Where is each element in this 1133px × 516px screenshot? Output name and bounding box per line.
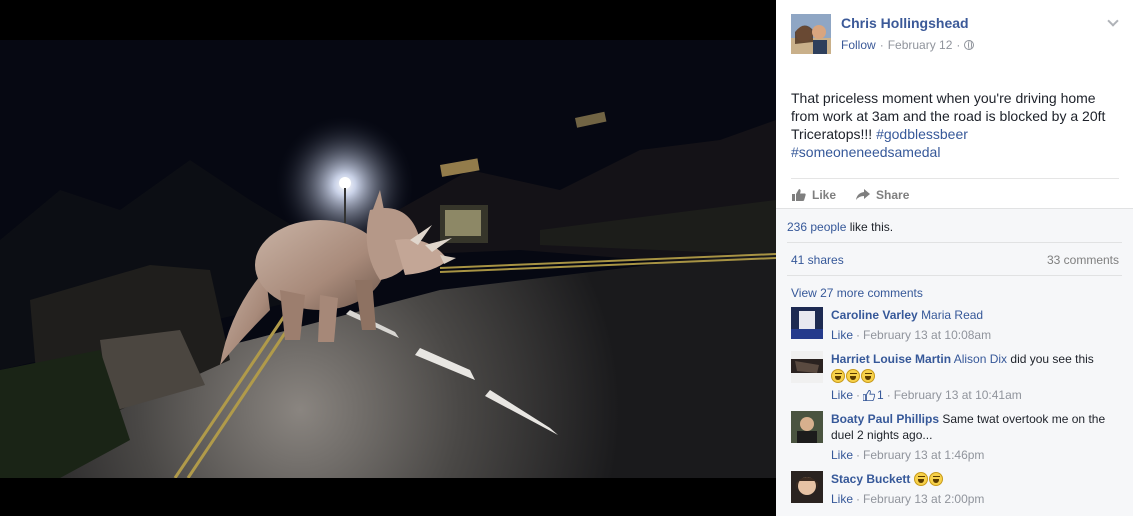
meta-separator: · xyxy=(856,448,861,462)
comment-emojis xyxy=(831,368,1121,384)
comment-body: Caroline Varley Maria Read Like · Februa… xyxy=(831,307,1121,343)
post-text: That priceless moment when you're drivin… xyxy=(791,89,1121,161)
share-button[interactable]: Share xyxy=(856,188,909,202)
like-label: Like xyxy=(812,187,837,202)
comment-author[interactable]: Boaty Paul Phillips xyxy=(831,412,939,426)
comment-meta: Like · February 13 at 2:00pm xyxy=(831,491,1121,507)
comment-time[interactable]: February 13 at 1:46pm xyxy=(863,447,984,463)
meta-separator: · xyxy=(956,38,961,52)
comment-like-button[interactable]: Like xyxy=(831,491,853,507)
commenter-avatar[interactable] xyxy=(791,307,823,339)
comment-meta: Like · February 13 at 1:46pm xyxy=(831,447,1121,463)
feedback-section: 236 people like this. 41 shares 33 comme… xyxy=(776,208,1133,516)
author-avatar[interactable] xyxy=(791,14,831,54)
chevron-down-icon[interactable] xyxy=(1107,15,1119,27)
comment-time[interactable]: February 13 at 10:08am xyxy=(863,327,991,343)
post-header: Chris Hollingshead Follow · February 12 … xyxy=(776,0,1133,70)
laughing-emoji-icon xyxy=(913,472,928,486)
hashtag-link[interactable]: #godblessbeer xyxy=(876,126,968,142)
post-photo[interactable] xyxy=(0,40,776,478)
post-date[interactable]: February 12 xyxy=(888,38,953,52)
post-sidebar: Chris Hollingshead Follow · February 12 … xyxy=(776,0,1133,516)
commenter-avatar[interactable] xyxy=(791,471,823,503)
comment-like-button[interactable]: Like xyxy=(831,447,853,463)
comments-count-link[interactable]: 33 comments xyxy=(1047,253,1119,267)
divider xyxy=(787,242,1122,243)
meta-separator: · xyxy=(856,388,861,402)
laughing-emoji-icon xyxy=(846,369,860,383)
comment-meta: Like · February 13 at 10:08am xyxy=(831,327,1121,343)
laughing-emoji-icon xyxy=(928,472,943,486)
comment-tagged-user[interactable]: Alison Dix xyxy=(954,352,1007,366)
comment-like-button[interactable]: Like xyxy=(831,327,853,343)
share-arrow-icon xyxy=(856,188,871,200)
like-button[interactable]: Like xyxy=(792,188,836,202)
comment-like-button[interactable]: Like xyxy=(831,387,853,403)
view-more-comments-link[interactable]: View 27 more comments xyxy=(791,286,923,300)
divider xyxy=(787,275,1122,276)
likes-suffix: like this. xyxy=(846,220,894,234)
comment-author[interactable]: Caroline Varley xyxy=(831,308,918,322)
meta-separator: · xyxy=(856,492,861,506)
comment-text: did you see this xyxy=(1007,352,1094,366)
comment-body: Stacy Buckett Like · February 13 at 2:00… xyxy=(831,471,1121,507)
comment-body: Harriet Louise Martin Alison Dix did you… xyxy=(831,351,1121,403)
comment-time[interactable]: February 13 at 10:41am xyxy=(894,387,1022,403)
post-meta: Follow · February 12 · xyxy=(841,38,975,52)
likes-summary: 236 people like this. xyxy=(787,220,893,234)
meta-separator: · xyxy=(879,38,884,52)
thumbs-up-icon xyxy=(863,389,876,401)
thumbs-up-icon xyxy=(792,188,806,201)
hashtag-link[interactable]: #someoneneedsamedal xyxy=(791,144,940,160)
comment-likes-number: 1 xyxy=(877,388,884,402)
comment-likes-count[interactable]: 1 xyxy=(863,387,884,403)
laughing-emoji-icon xyxy=(861,369,875,383)
comment-author[interactable]: Harriet Louise Martin xyxy=(831,352,951,366)
comment-author[interactable]: Stacy Buckett xyxy=(831,472,910,486)
post-author-name[interactable]: Chris Hollingshead xyxy=(841,15,969,31)
follow-link[interactable]: Follow xyxy=(841,38,876,52)
likes-count-link[interactable]: 236 people xyxy=(787,220,846,234)
comment-time[interactable]: February 13 at 2:00pm xyxy=(863,491,984,507)
share-label: Share xyxy=(876,187,910,202)
comment-tagged-user[interactable]: Maria Read xyxy=(921,308,983,322)
meta-separator: · xyxy=(856,328,861,342)
commenter-avatar[interactable] xyxy=(791,411,823,443)
meta-separator: · xyxy=(886,388,891,402)
comment-meta: Like · 1 · February 13 at 10:41am xyxy=(831,387,1121,403)
commenter-avatar[interactable] xyxy=(791,351,823,383)
globe-icon[interactable] xyxy=(964,40,975,50)
laughing-emoji-icon xyxy=(831,369,845,383)
comment-body: Boaty Paul Phillips Same twat overtook m… xyxy=(831,411,1121,463)
shares-link[interactable]: 41 shares xyxy=(791,253,844,267)
post-action-bar: Like Share xyxy=(791,178,1119,208)
photo-stage xyxy=(0,0,776,516)
